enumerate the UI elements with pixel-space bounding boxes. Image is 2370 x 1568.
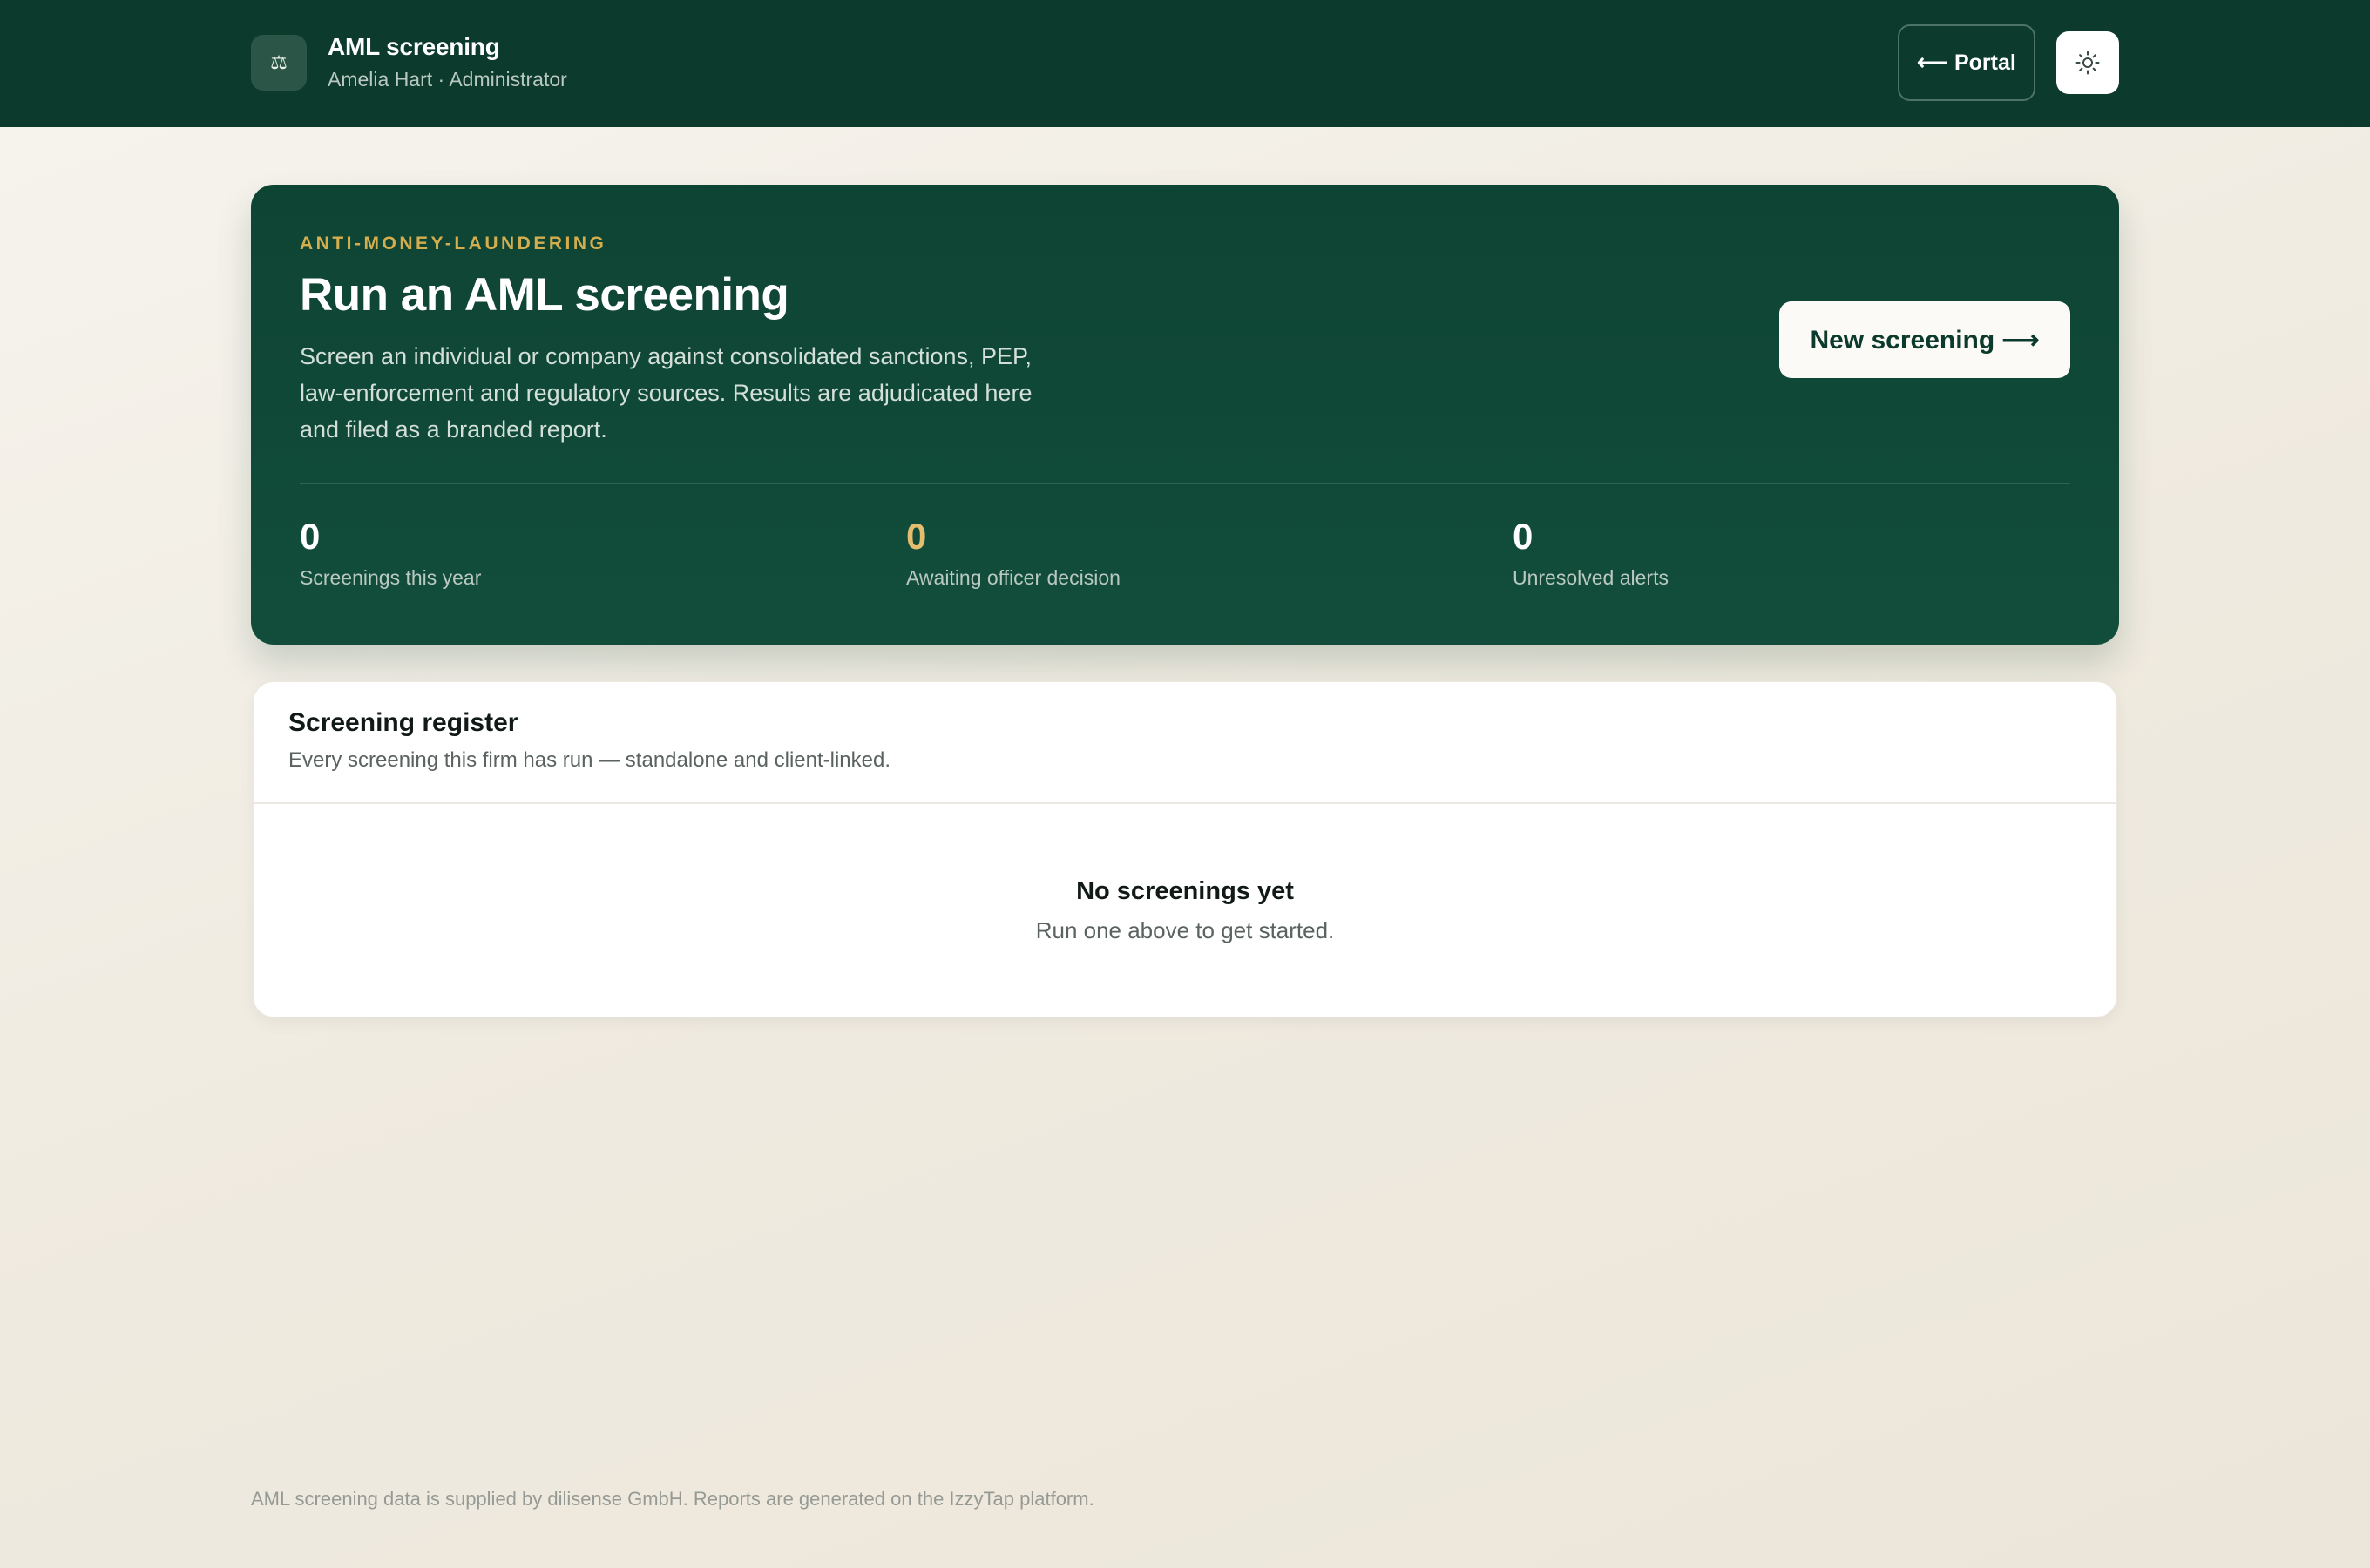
scales-icon: ⚖: [251, 35, 307, 91]
stat-value: 0: [1513, 516, 1534, 557]
stat-value: 0: [906, 516, 927, 557]
register-subtitle: Every screening this firm has run — stan…: [288, 748, 891, 772]
stat-label: Awaiting officer decision: [906, 566, 1121, 589]
footer-note: AML screening data is supplied by dilise…: [251, 1488, 1094, 1510]
portal-button[interactable]: ⟵ Portal: [1898, 24, 2035, 101]
screening-register-card: Screening register Every screening this …: [253, 681, 2117, 1017]
stat-screenings-this-year: 0 Screenings this year: [300, 516, 481, 590]
top-bar: ⚖ AML screening Amelia Hart · Administra…: [0, 0, 2370, 127]
stat-value: 0: [300, 516, 321, 557]
hero-description: Screen an individual or company against …: [300, 343, 1033, 443]
new-screening-button[interactable]: New screening ⟶: [1779, 301, 2070, 378]
stat-awaiting-officer-decision: 0 Awaiting officer decision: [906, 516, 1121, 590]
page-title: Run an AML screening: [300, 269, 789, 321]
app-title: AML screening: [328, 33, 500, 60]
hero-eyebrow: ANTI-MONEY-LAUNDERING: [300, 233, 607, 253]
stat-label: Screenings this year: [300, 566, 482, 589]
user-role: Amelia Hart · Administrator: [328, 68, 567, 91]
empty-state-subtitle: Run one above to get started.: [1035, 917, 1335, 943]
register-title: Screening register: [288, 708, 518, 737]
theme-toggle-button[interactable]: [2056, 31, 2119, 94]
hero-divider: [300, 483, 2070, 484]
sun-icon: [2075, 51, 2100, 75]
stat-unresolved-alerts: 0 Unresolved alerts: [1513, 516, 1669, 590]
hero-card: ANTI-MONEY-LAUNDERING Run an AML screeni…: [251, 185, 2119, 645]
stat-label: Unresolved alerts: [1513, 566, 1669, 589]
register-divider: [254, 802, 2116, 804]
empty-state-title: No screenings yet: [1076, 877, 1294, 905]
